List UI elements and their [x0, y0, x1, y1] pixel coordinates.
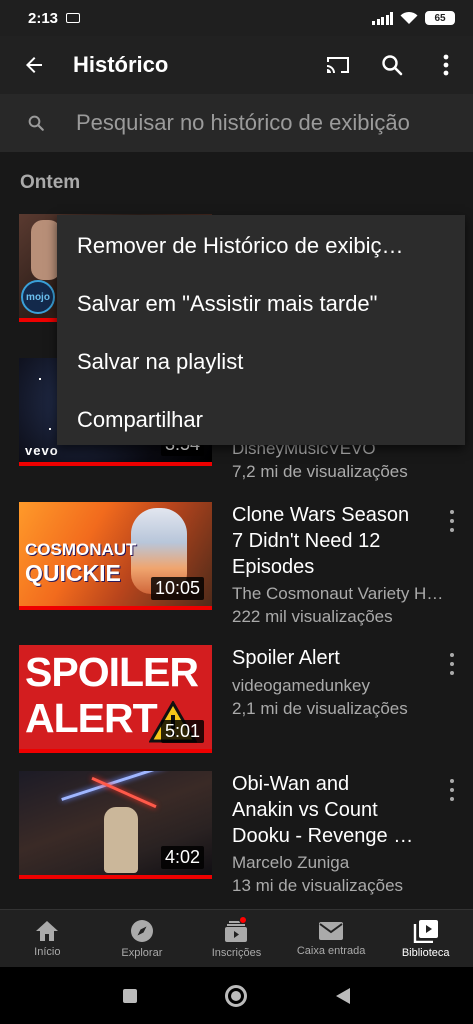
menu-item-save-to-playlist[interactable]: Salvar na playlist	[57, 333, 465, 391]
status-icons: 65	[372, 11, 455, 25]
watch-progress-bar	[19, 749, 212, 753]
back-arrow-icon[interactable]	[5, 36, 63, 94]
status-bar: 2:13 65	[0, 0, 473, 36]
nav-item-explore[interactable]: Explorar	[95, 910, 190, 967]
vevo-logo: vevo	[25, 443, 59, 458]
video-title: Clone Wars Season 7 Didn't Need 12 Episo…	[232, 504, 410, 578]
video-item[interactable]: COSMONAUT QUICKIE 10:05 Clone Wars Seaso…	[0, 502, 473, 626]
signal-icon	[372, 11, 393, 25]
nav-label: Início	[34, 945, 61, 958]
video-title: Obi-Wan and Anakin vs Count Dooku - Reve…	[232, 773, 414, 847]
video-duration: 4:02	[160, 846, 204, 869]
history-search-bar	[0, 94, 473, 152]
more-vertical-icon[interactable]	[442, 508, 462, 534]
video-duration: 5:01	[160, 720, 204, 743]
video-views: 2,1 mi de visualizações	[232, 699, 408, 718]
bottom-navigation: Início Explorar Inscrições Caixa entrada…	[0, 909, 473, 967]
mail-icon	[319, 921, 344, 940]
search-icon	[382, 55, 403, 76]
watch-progress-bar	[19, 462, 212, 466]
status-time: 2:13	[28, 9, 59, 27]
video-thumbnail[interactable]: SPOILER ALERT 5:01	[19, 645, 212, 753]
video-thumbnail[interactable]: 4:02	[19, 771, 212, 879]
nav-label: Caixa entrada	[296, 944, 366, 957]
video-views: 222 mil visualizações	[232, 607, 393, 626]
section-heading: Ontem	[20, 172, 81, 193]
search-icon	[0, 114, 76, 132]
home-button[interactable]	[224, 984, 247, 1007]
library-icon	[413, 919, 438, 943]
nav-item-inbox[interactable]: Caixa entrada	[284, 910, 379, 967]
back-triangle-icon[interactable]	[335, 987, 351, 1005]
more-vertical-icon[interactable]	[442, 777, 462, 803]
cast-button[interactable]	[311, 36, 365, 94]
video-item[interactable]: SPOILER ALERT 5:01 Spoiler Alert videoga…	[0, 645, 473, 765]
more-vertical-icon[interactable]	[442, 651, 462, 677]
nav-label: Biblioteca	[401, 946, 450, 959]
battery-indicator: 65	[425, 11, 455, 25]
screen-cast-status-icon	[66, 13, 81, 23]
overflow-menu-button[interactable]	[419, 36, 473, 94]
menu-item-remove-from-history[interactable]: Remover de Histórico de exibiç…	[57, 217, 465, 275]
nav-item-home[interactable]: Início	[0, 910, 95, 967]
channel-logo: mojo	[21, 280, 55, 314]
nav-label: Inscrições	[211, 946, 262, 959]
system-navigation-bar	[0, 967, 473, 1024]
search-button[interactable]	[365, 36, 419, 94]
video-item[interactable]: 4:02 Obi-Wan and Anakin vs Count Dooku -…	[0, 771, 473, 895]
app-bar: Histórico	[0, 36, 473, 94]
compass-icon	[130, 919, 153, 942]
thumbnail-text: COSMONAUT QUICKIE	[25, 540, 137, 586]
video-views: 7,2 mi de visualizações	[232, 462, 408, 481]
video-context-menu: Remover de Histórico de exibiç… Salvar e…	[57, 215, 465, 445]
cast-icon	[327, 57, 349, 73]
video-views: 13 mi de visualizações	[232, 876, 404, 895]
watch-progress-bar	[19, 606, 212, 610]
menu-item-share[interactable]: Compartilhar	[57, 391, 465, 449]
nav-label: Explorar	[121, 946, 163, 959]
home-icon	[36, 920, 59, 941]
video-channel: videogamedunkey	[232, 676, 370, 695]
video-thumbnail[interactable]: COSMONAUT QUICKIE 10:05	[19, 502, 212, 610]
menu-item-save-watch-later[interactable]: Salvar em "Assistir mais tarde"	[57, 275, 465, 333]
page-title: Histórico	[73, 52, 169, 77]
video-channel: The Cosmonaut Variety H…	[232, 584, 444, 603]
wifi-icon	[400, 11, 418, 24]
nav-item-library[interactable]: Biblioteca	[378, 910, 473, 967]
nav-item-subscriptions[interactable]: Inscrições	[189, 910, 284, 967]
video-title: Spoiler Alert	[232, 647, 340, 669]
video-duration: 10:05	[150, 577, 204, 600]
recent-apps-button[interactable]	[122, 988, 137, 1003]
watch-progress-bar	[19, 875, 212, 879]
more-vertical-icon	[443, 54, 449, 76]
history-search-input[interactable]	[76, 110, 456, 136]
video-channel: Marcelo Zuniga	[232, 853, 350, 872]
